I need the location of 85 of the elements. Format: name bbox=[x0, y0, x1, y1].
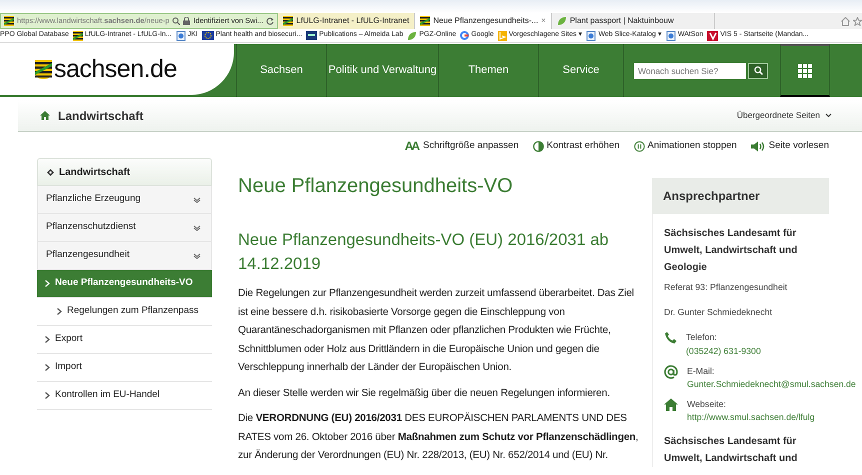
organization-name: Sächsisches Landesamt für Umwelt, Landwirtschaft und Geologie bbox=[664, 227, 798, 275]
panel-header: Ansprechpartner bbox=[652, 178, 829, 214]
accessibility-tool[interactable]: Animationen stoppen bbox=[634, 138, 737, 154]
tool-label: Seite vorlesen bbox=[768, 138, 829, 153]
accessibility-tool[interactable]: AA Schriftgröße anpassen bbox=[404, 138, 519, 154]
square-icon bbox=[306, 31, 318, 40]
close-icon[interactable]: × bbox=[541, 15, 546, 27]
parent-pages-menu[interactable]: Übergeordnete Seiten bbox=[736, 109, 820, 122]
page-icon bbox=[586, 30, 596, 40]
contrast-icon bbox=[532, 140, 544, 152]
home-icon bbox=[40, 111, 50, 120]
home-icon bbox=[841, 16, 850, 26]
home-icon bbox=[664, 398, 678, 412]
breadcrumb-link[interactable]: Landwirtschaft bbox=[58, 106, 144, 124]
sidebar-item[interactable]: Neue Pflanzengesundheits-VO bbox=[37, 270, 212, 298]
search-icon bbox=[754, 66, 762, 75]
grid-icon bbox=[798, 64, 812, 78]
google-icon bbox=[460, 31, 470, 40]
coat-of-arms-icon bbox=[283, 16, 294, 26]
phone-icon bbox=[664, 331, 677, 344]
leaf-icon bbox=[556, 16, 567, 26]
paragraph: Die VERORDNUNG (EU) 2016/2031 DES EUROPÄISCHEN PARLAMENTS UND DES RATES vom 26. Oktober 2016 über Maßnahmen zum Schutz vor Pflanzenschädlingen, zur Änderung der Verordnungen (EU) Nr. 228/2013, (EU) Nr. 652/2014 und (EU) Nr. bbox=[238, 411, 640, 463]
nav-link[interactable]: Sachsen bbox=[236, 44, 326, 97]
sidebar-item[interactable]: Pflanzliche Erzeugung bbox=[37, 186, 212, 214]
sidebar-header[interactable]: Landwirtschaft bbox=[37, 158, 212, 186]
pause-icon bbox=[634, 140, 645, 152]
tool-label: Schriftgröße anpassen bbox=[423, 138, 519, 153]
flag-icon bbox=[202, 31, 214, 40]
sidebar-item[interactable]: Import bbox=[37, 354, 212, 382]
chevron-down-icon bbox=[193, 252, 201, 258]
vis-icon bbox=[707, 30, 718, 40]
sidebar-item[interactable]: Regelungen zum Pflanzenpass bbox=[37, 298, 212, 326]
nav-link[interactable]: Politik und Verwaltung bbox=[326, 44, 438, 97]
coat-of-arms-icon bbox=[35, 60, 52, 79]
sidebar-item[interactable]: Export bbox=[37, 326, 212, 354]
lock-icon bbox=[183, 17, 190, 25]
apps-menu-button[interactable] bbox=[780, 44, 830, 97]
nav-link[interactable]: Service bbox=[538, 44, 623, 97]
chevron-down-icon bbox=[193, 196, 201, 202]
search-icon bbox=[172, 17, 180, 25]
paragraph: Die Regelungen zur Pflanzengesundheit werden zurzeit umfassend überarbeitet. Das Ziel ist eine bessere d.h. risikobasierte Vorsorge gegen die Einschleppung von Quarantäneschadorganismen mit Pflanzen oder pflanzlichen Produkten wie Früchte, Schnittblumen oder Holz aus Drittländern in die Europäische Union und gegen die Verschleppung innerhalb der Länder der Europäischen Union. bbox=[238, 287, 635, 375]
coat-of-arms-icon bbox=[72, 30, 83, 40]
bullet-icon bbox=[45, 336, 50, 343]
bullet-icon bbox=[45, 364, 50, 371]
section-heading: Neue Pflanzengesundheits-VO (EU) 2016/2031 ab 14.12.2019 bbox=[238, 230, 610, 275]
search-button[interactable] bbox=[748, 62, 768, 78]
sidebar-item[interactable]: Pflanzenschutzdienst bbox=[37, 214, 212, 242]
contact-link[interactable]: http://www.smul.sachsen.de/lfulg bbox=[687, 411, 815, 424]
refresh-icon bbox=[266, 17, 274, 25]
chevron-down-icon bbox=[825, 113, 832, 118]
nav-link[interactable]: Themen bbox=[438, 44, 538, 97]
contact-label: Telefon: bbox=[686, 331, 718, 344]
at-sign-icon bbox=[664, 364, 678, 379]
contact-label: E-Mail: bbox=[687, 364, 716, 378]
accessibility-tool[interactable]: Seite vorlesen bbox=[750, 138, 829, 154]
diamond-icon bbox=[47, 168, 54, 176]
contact-link[interactable]: Gunter.Schmiedeknecht@smul.sachsen.de bbox=[687, 378, 856, 392]
coat-of-arms-icon bbox=[420, 16, 430, 26]
tool-label: Animationen stoppen bbox=[648, 138, 737, 153]
page-icon bbox=[176, 30, 186, 40]
browser-tab[interactable]: LfULG-Intranet - LfULG-Intranet bbox=[278, 13, 416, 29]
bullet-icon bbox=[45, 392, 50, 399]
chevron-down-icon bbox=[193, 224, 201, 230]
tool-label: Kontrast erhöhen bbox=[546, 138, 620, 153]
contact-link[interactable]: (035242) 631-9300 bbox=[686, 344, 761, 358]
bullet-icon bbox=[57, 308, 62, 315]
department-text: Referat 93: Pflanzengesundheit bbox=[664, 281, 788, 294]
browser-tab[interactable]: Neue Pflanzengesundheits-... × bbox=[415, 13, 552, 29]
paragraph: An dieser Stelle werden wir Sie regelmäßig über die neuen Regelungen informieren. bbox=[238, 386, 611, 400]
sidebar-item[interactable]: Pflanzengesundheit bbox=[37, 242, 212, 270]
coat-of-arms-icon bbox=[4, 16, 14, 26]
accessibility-tool[interactable]: Kontrast erhöhen bbox=[532, 138, 620, 154]
sidebar-item[interactable]: Kontrollen im EU-Handel bbox=[37, 382, 212, 410]
font-size-icon: AA bbox=[404, 137, 418, 155]
contact-label: Webseite: bbox=[687, 398, 727, 412]
bing-icon bbox=[498, 30, 507, 40]
leaf-icon bbox=[407, 30, 418, 40]
search-field[interactable]: Wonach suchen Sie? bbox=[634, 62, 746, 78]
page-icon bbox=[666, 30, 676, 40]
star-icon bbox=[853, 16, 862, 26]
page-title: Neue Pflanzengesundheits-VO bbox=[238, 174, 514, 198]
organization-name: Sächsisches Landesamt für Umwelt, Landwirtschaft und bbox=[664, 434, 798, 466]
speaker-icon bbox=[750, 140, 766, 152]
bullet-icon bbox=[45, 280, 50, 287]
person-name: Dr. Gunter Schmiedeknecht bbox=[664, 306, 774, 320]
